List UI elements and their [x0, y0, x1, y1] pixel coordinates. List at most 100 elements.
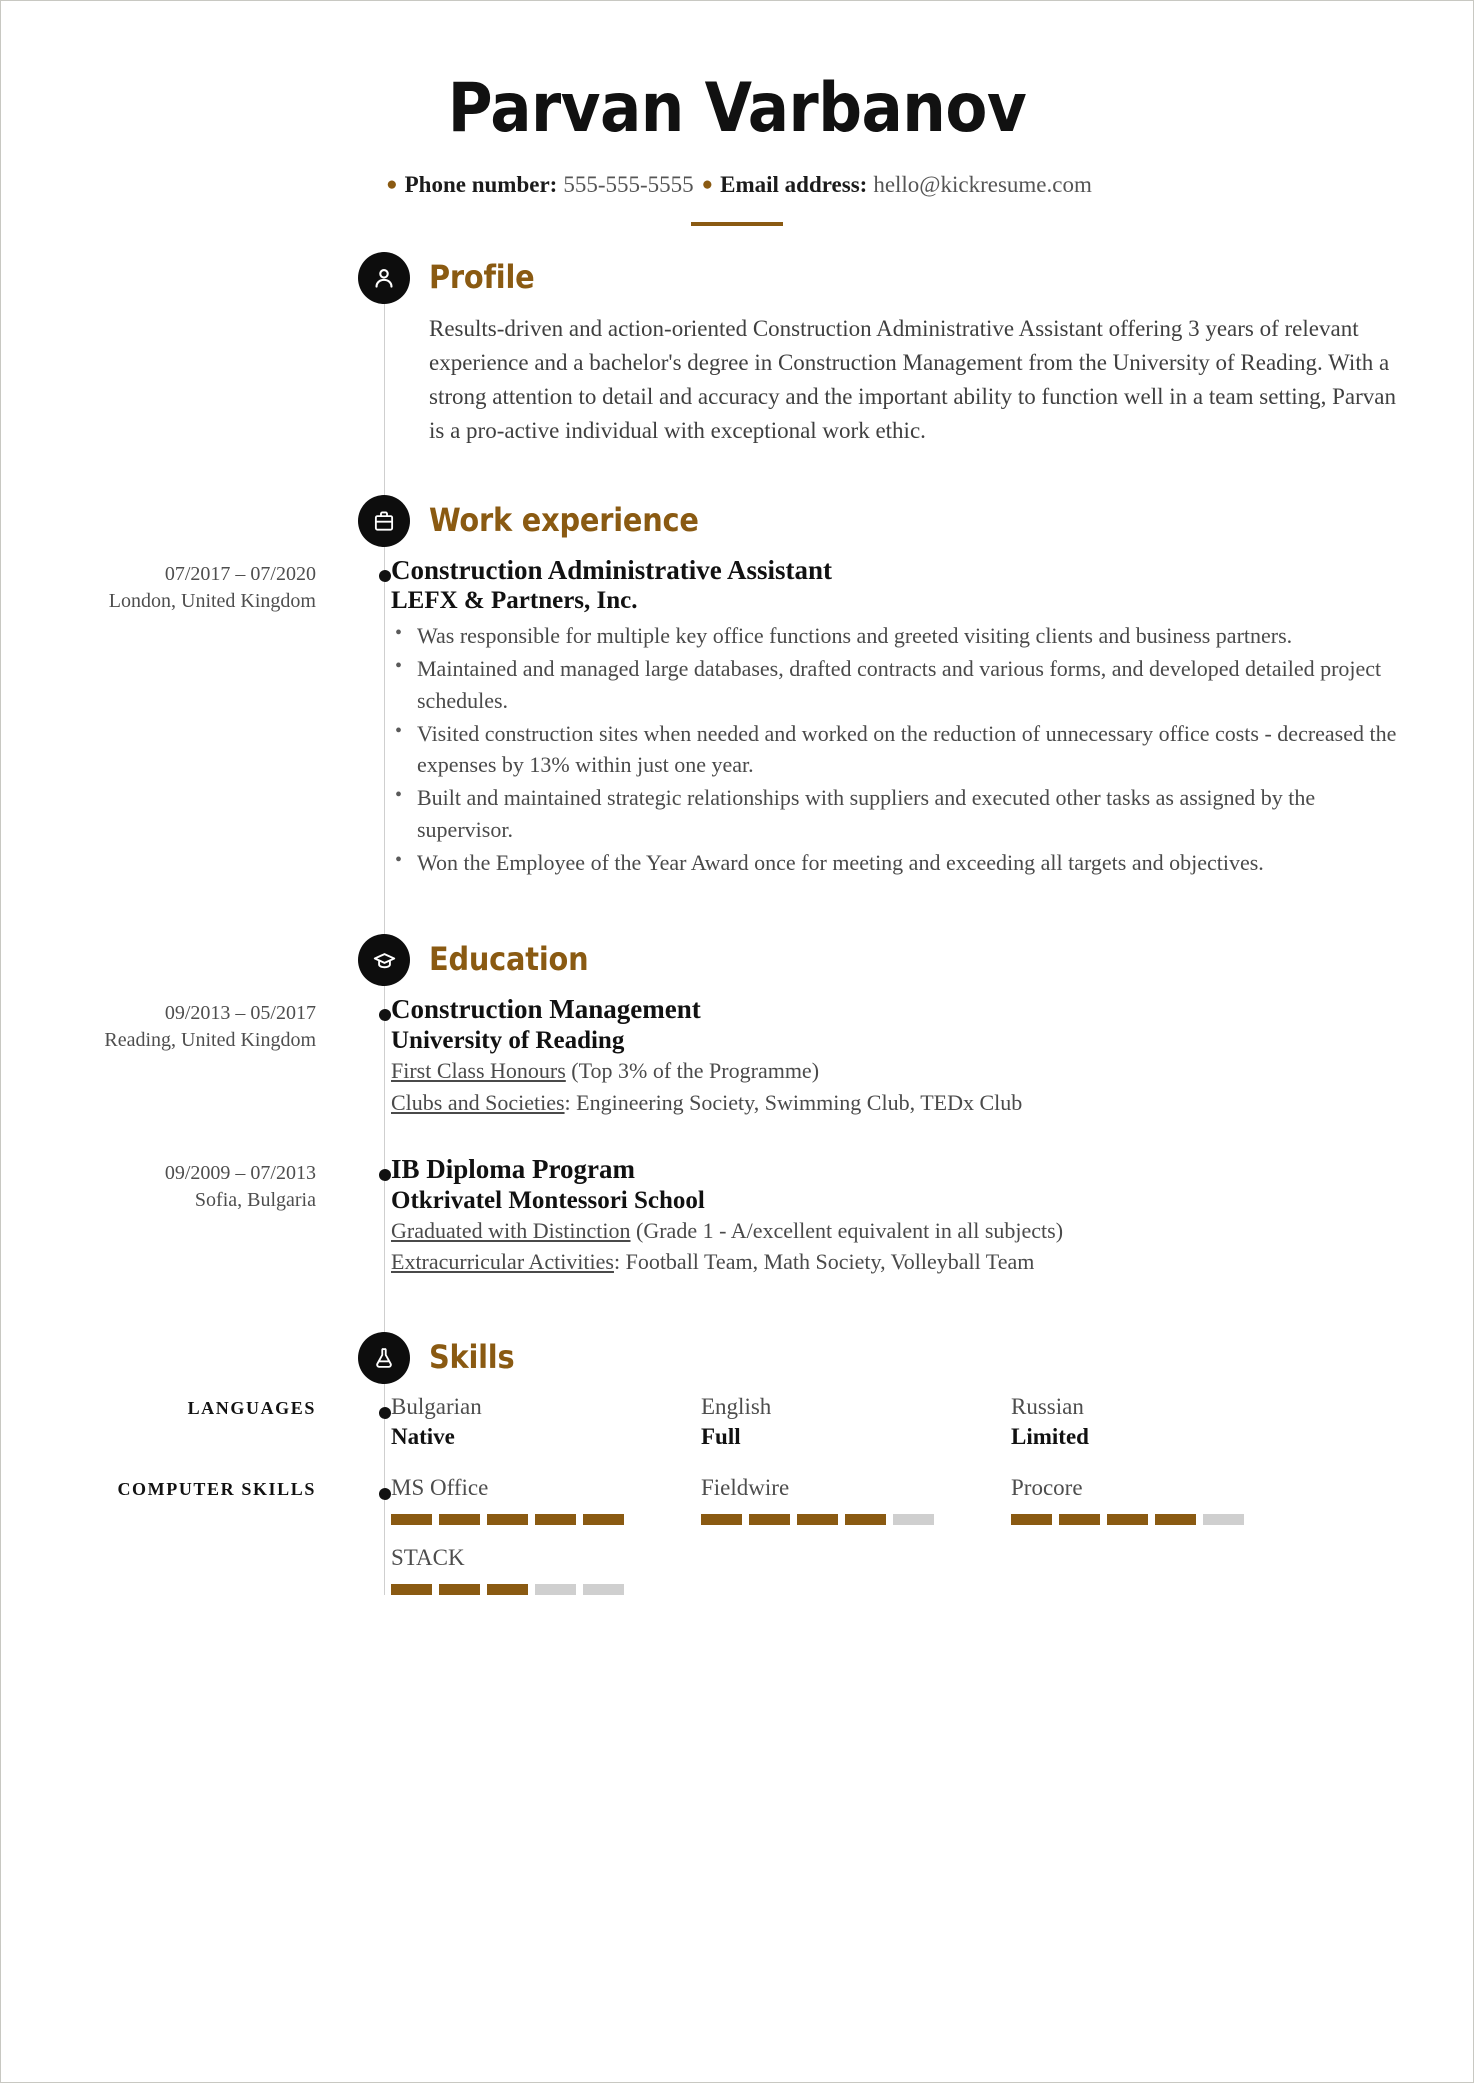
skills-languages-label: LANGUAGES: [187, 1397, 316, 1418]
language-level: Full: [701, 1423, 741, 1449]
education-entry-note: Clubs and Societies: Engineering Society…: [391, 1087, 1413, 1118]
computer-skill-name: MS Office: [391, 1475, 489, 1501]
timeline-dot: [379, 1406, 391, 1419]
skill-bar-filled: [749, 1514, 790, 1526]
computer-skill-name: Fieldwire: [701, 1475, 790, 1501]
section-header-education: Education: [1, 934, 1473, 988]
skill-bar-filled: [535, 1514, 576, 1526]
language-item: English Full: [701, 1392, 1011, 1452]
graduation-cap-icon: [358, 934, 410, 986]
education-entry-location: Sofia, Bulgaria: [194, 1188, 316, 1211]
computer-skill-item: STACK: [391, 1543, 701, 1596]
skill-bar-filled: [487, 1584, 528, 1596]
skill-bar-filled: [391, 1584, 432, 1596]
skills-computer-label: COMPUTER SKILLS: [117, 1479, 316, 1500]
contact-bullet-icon-2: ●: [701, 174, 714, 196]
section-title-skills: Skills: [429, 1337, 515, 1376]
skill-bar-empty: [893, 1514, 934, 1526]
language-item: Russian Limited: [1011, 1392, 1321, 1452]
language-level: Native: [391, 1423, 455, 1449]
skill-bar-filled: [583, 1514, 624, 1526]
timeline-dot: [379, 569, 391, 582]
skills-computer-row-2: STACK: [1, 1543, 1473, 1596]
list-item: Won the Employee of the Year Award once …: [391, 846, 1413, 879]
education-note-rest: (Top 3% of the Programme): [565, 1058, 820, 1084]
skills-languages-row: LANGUAGES Bulgarian Native English Full …: [1, 1392, 1473, 1452]
education-note-highlight: First Class Honours: [391, 1058, 566, 1084]
work-entry: 07/2017 – 07/2020 London, United Kingdom…: [1, 555, 1473, 880]
computer-skill-item: Fieldwire: [701, 1473, 1011, 1526]
computer-skill-item: Procore: [1011, 1473, 1321, 1526]
work-entry-list: 07/2017 – 07/2020 London, United Kingdom…: [1, 555, 1473, 880]
section-title-work: Work experience: [429, 500, 699, 539]
skills-computer-columns: MS Office Fieldwire Procore: [346, 1473, 1473, 1526]
skill-bar-filled: [439, 1584, 480, 1596]
computer-skill-name: Procore: [1011, 1475, 1083, 1501]
skill-bar-filled: [1059, 1514, 1100, 1526]
section-profile: Profile Results-driven and action-orient…: [1, 252, 1473, 448]
briefcase-icon: [358, 494, 410, 547]
section-header-work: Work experience: [1, 494, 1473, 549]
education-entry-note: Graduated with Distinction (Grade 1 - A/…: [391, 1215, 1413, 1246]
skill-bar-filled: [391, 1514, 432, 1526]
education-entry-dates: 09/2013 – 05/2017: [164, 1002, 316, 1024]
education-entry-body: IB Diploma Program Otkrivatel Montessori…: [346, 1154, 1473, 1278]
education-entry-title: Construction Management: [391, 994, 701, 1024]
education-note-highlight: Extracurricular Activities: [391, 1249, 614, 1275]
education-entry-title: IB Diploma Program: [391, 1153, 635, 1184]
section-header-profile: Profile: [1, 252, 1473, 306]
education-entry-meta: 09/2013 – 05/2017 Reading, United Kingdo…: [1, 994, 346, 1118]
header-divider: [691, 222, 783, 227]
education-entry-meta: 09/2009 – 07/2013 Sofia, Bulgaria: [1, 1154, 346, 1278]
list-item: Visited construction sites when needed a…: [391, 717, 1413, 782]
computer-skill-bars: [391, 1584, 681, 1596]
computer-skill-bars: [391, 1514, 681, 1526]
timeline-dot: [379, 1168, 391, 1181]
section-skills: Skills LANGUAGES Bulgarian Native Englis…: [1, 1331, 1473, 1596]
skill-bar-empty: [1203, 1514, 1244, 1526]
education-entry-dates: 09/2009 – 07/2013: [164, 1161, 316, 1184]
work-entry-body: Construction Administrative Assistant LE…: [346, 555, 1473, 880]
section-work-experience: Work experience 07/2017 – 07/2020 London…: [1, 494, 1473, 880]
skills-languages-columns: Bulgarian Native English Full Russian Li…: [346, 1392, 1473, 1452]
work-entry-company: LEFX & Partners, Inc.: [391, 587, 638, 615]
skills-computer-columns-2: STACK: [346, 1543, 1473, 1596]
computer-skill-bars: [701, 1514, 991, 1526]
work-entry-bullets: Was responsible for multiple key office …: [391, 619, 1413, 879]
language-name: Russian: [1011, 1393, 1084, 1419]
computer-skill-name: STACK: [391, 1545, 465, 1571]
education-entry: 09/2013 – 05/2017 Reading, United Kingdo…: [1, 994, 1473, 1118]
skill-bar-filled: [439, 1514, 480, 1526]
language-name: Bulgarian: [391, 1393, 482, 1419]
person-icon: [358, 252, 410, 305]
section-title-profile: Profile: [429, 258, 535, 297]
phone-value[interactable]: 555-555-5555: [563, 172, 693, 197]
contact-line: ● Phone number: 555-555-5555 ● Email address…: [1, 172, 1473, 198]
resume-body: Profile Results-driven and action-orient…: [1, 252, 1473, 1596]
education-entry-list: 09/2013 – 05/2017 Reading, United Kingdo…: [1, 994, 1473, 1278]
page-title: Parvan Varbanov: [447, 69, 1027, 148]
language-name: English: [701, 1393, 772, 1419]
education-note-rest: : Engineering Society, Swimming Club, TE…: [564, 1089, 1023, 1115]
education-entry-note: First Class Honours (Top 3% of the Progr…: [391, 1055, 1413, 1086]
education-entry-school: University of Reading: [391, 1026, 625, 1054]
skill-bar-filled: [701, 1514, 742, 1526]
skill-bar-filled: [845, 1514, 886, 1526]
skill-bar-filled: [1107, 1514, 1148, 1526]
timeline-dot: [379, 1009, 391, 1021]
skill-bar-filled: [797, 1514, 838, 1526]
section-title-education: Education: [429, 940, 589, 978]
email-value[interactable]: hello@kickresume.com: [873, 172, 1092, 197]
work-entry-location: London, United Kingdom: [108, 589, 316, 612]
email-label: Email address:: [720, 172, 868, 198]
education-entry-body: Construction Management University of Re…: [346, 994, 1473, 1118]
work-entry-dates: 07/2017 – 07/2020: [164, 562, 316, 585]
language-item: Bulgarian Native: [391, 1392, 701, 1452]
education-entry-location: Reading, United Kingdom: [104, 1029, 316, 1051]
profile-text: Results-driven and action-oriented Const…: [429, 316, 1396, 444]
education-note-highlight: Clubs and Societies: [391, 1089, 565, 1115]
skill-bar-filled: [1011, 1514, 1052, 1526]
section-header-skills: Skills: [1, 1331, 1473, 1386]
resume-page: Parvan Varbanov ● Phone number: 555-555-55…: [0, 0, 1474, 2083]
education-note-rest: : Football Team, Math Society, Volleybal…: [613, 1249, 1035, 1275]
